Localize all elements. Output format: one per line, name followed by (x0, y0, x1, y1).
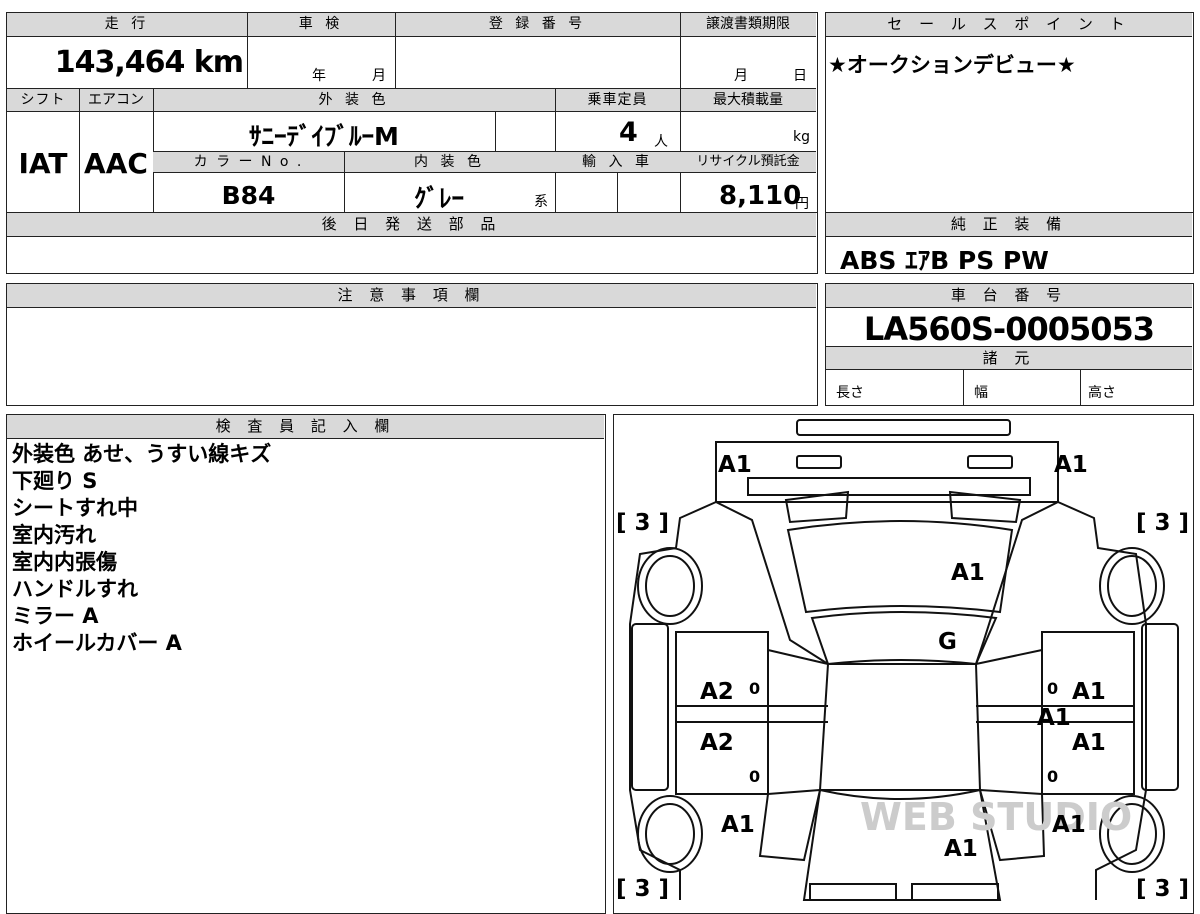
registration-label: 登 録 番 号 (488, 16, 587, 32)
mark-left-rear-door: A2 (700, 730, 734, 756)
color-no-label: カ ラ ー N o . (193, 154, 304, 170)
inspector-box: 検 査 員 記 入 欄 外装色 あせ、うすい線キズ 下廻り S シートすれ中 室… (6, 414, 606, 914)
aircon-label: エアコン (88, 92, 144, 108)
inspector-line: シートすれ中 (12, 496, 138, 520)
color-no-value: B84 (221, 181, 276, 210)
mark-right-front-door: A1 (1072, 679, 1106, 705)
spec-width: 幅 (974, 385, 988, 401)
car-diagram: WEB STUDIO A1 A1 A1 G A2 A2 A1 A1 A1 A1 … (616, 418, 1189, 902)
mark-windshield: A1 (951, 560, 985, 586)
mark-right-rear-quarter: A1 (1052, 812, 1086, 838)
interior-color-label: 内 装 色 (414, 154, 485, 170)
mileage-label: 走 行 (104, 16, 150, 32)
max-load-label: 最大積載量 (713, 92, 783, 108)
exterior-color-label: 外 装 色 (318, 92, 390, 108)
specs-label: 諸 元 (826, 346, 1192, 370)
mark-front-right: A1 (1054, 452, 1088, 478)
mark-left-front-door: A2 (700, 679, 734, 705)
chassis-number: LA560S-0005053 (863, 310, 1155, 348)
later-parts-label: 後 日 発 送 部 品 (7, 213, 816, 237)
recycle-fee-label: リサイクル預託金 (696, 154, 800, 169)
inspector-line: 下廻り S (12, 469, 98, 493)
equipment-label: 純 正 装 備 (826, 213, 1192, 237)
notes-label: 注 意 事 項 欄 (7, 284, 816, 308)
sales-point-text: ★オークションデビュー★ (828, 53, 1076, 77)
chassis-label: 車 台 番 号 (826, 284, 1192, 308)
inspector-line: 室内汚れ (12, 523, 96, 547)
aircon-value: AAC (84, 147, 148, 180)
equipment-text: ABS ｴｱB PS PW (840, 246, 1049, 275)
vehicle-info-table: 走 行 車 検 登 録 番 号 譲渡書類期限 143,464 km 年 月 月 … (6, 12, 818, 213)
inspection-label: 車 検 (298, 16, 344, 32)
interior-color-value: ｸﾞﾚｰ (413, 184, 464, 213)
notes-box: 注 意 事 項 欄 (6, 283, 818, 406)
interior-kei-suffix: 系 (534, 194, 548, 210)
zero-mark: 0 (1047, 767, 1058, 786)
mark-roof: G (938, 629, 957, 655)
equipment-box: 純 正 装 備 ABS ｴｱB PS PW (825, 212, 1194, 275)
zero-mark: 0 (1047, 679, 1058, 698)
inspector-line: ホイールカバー A (12, 631, 182, 655)
mark-rear: A1 (944, 836, 978, 862)
import-label: 輸 入 車 (582, 154, 653, 170)
inspector-line: ミラー A (12, 604, 99, 628)
transfer-deadline-label: 譲渡書類期限 (706, 16, 790, 32)
tire-front-left: [ 3 ] (616, 510, 669, 536)
shift-value: IAT (18, 147, 68, 180)
inspection-year-unit: 年 (312, 68, 326, 84)
recycle-fee-value: 8,110 (719, 181, 802, 211)
inspector-line: 室内内張傷 (12, 550, 117, 574)
exterior-color-value: ｻﾆｰﾃﾞｲﾌﾞﾙｰM (249, 122, 399, 151)
capacity-label: 乗車定員 (587, 92, 648, 108)
deadline-day-unit: 日 (793, 68, 807, 84)
tire-rear-right: [ 3 ] (1136, 876, 1189, 902)
mark-right-middle: A1 (1037, 705, 1071, 731)
watermark: WEB STUDIO (860, 795, 1132, 839)
chassis-box: 車 台 番 号 LA560S-0005053 諸 元 長さ 幅 高さ (825, 283, 1194, 406)
tire-front-right: [ 3 ] (1136, 510, 1189, 536)
mileage-value: 143,464 km (54, 45, 244, 80)
max-load-unit: kg (793, 129, 810, 145)
capacity-value: 4 (619, 117, 638, 148)
recycle-yen-unit: 円 (795, 196, 809, 212)
car-diagram-box: WEB STUDIO A1 A1 A1 G A2 A2 A1 A1 A1 A1 … (613, 414, 1194, 914)
shift-label: シフト (20, 92, 66, 108)
zero-mark: 0 (749, 679, 760, 698)
spec-height: 高さ (1088, 385, 1116, 401)
mark-front-left: A1 (718, 452, 752, 478)
later-parts-box: 後 日 発 送 部 品 (6, 212, 818, 274)
inspector-lines: 外装色 あせ、うすい線キズ 下廻り S シートすれ中 室内汚れ 室内内張傷 ハン… (12, 441, 271, 657)
spec-length: 長さ (836, 385, 864, 401)
inspector-line: ハンドルすれ (12, 577, 138, 601)
zero-mark: 0 (749, 767, 760, 786)
sales-point-box: セ ー ル ス ポ イ ン ト ★オークションデビュー★ (825, 12, 1194, 213)
capacity-unit: 人 (654, 134, 668, 150)
tire-rear-left: [ 3 ] (616, 876, 669, 902)
inspector-label: 検 査 員 記 入 欄 (7, 415, 604, 439)
mark-right-rear-door: A1 (1072, 730, 1106, 756)
inspector-line: 外装色 あせ、うすい線キズ (12, 442, 272, 466)
mark-left-rear-quarter: A1 (721, 812, 755, 838)
inspection-month-unit: 月 (372, 68, 386, 84)
deadline-month-unit: 月 (734, 68, 748, 84)
sales-point-label: セ ー ル ス ポ イ ン ト (826, 13, 1192, 37)
